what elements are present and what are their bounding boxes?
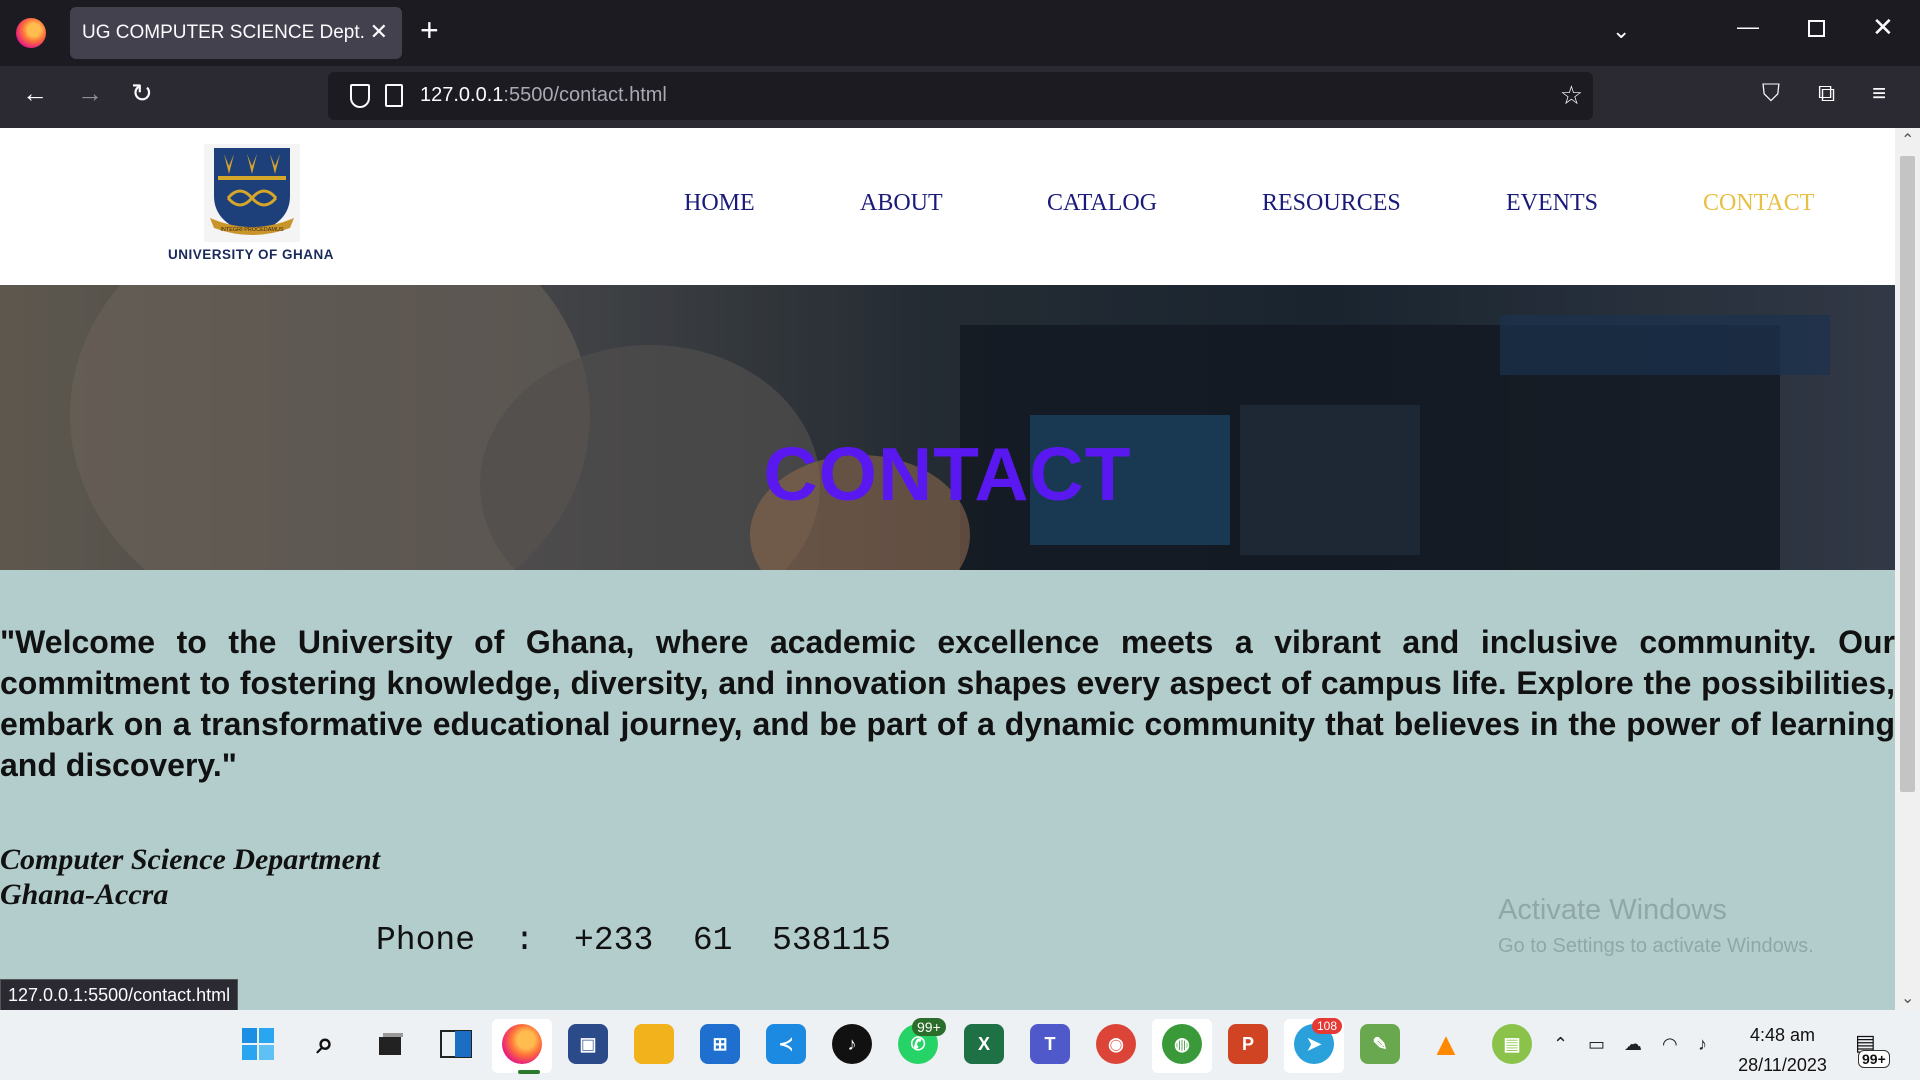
vscode-icon[interactable]: ≺ (766, 1024, 806, 1064)
clock-time: 4:48 am (1749, 1025, 1816, 1045)
firefox-running-indicator (518, 1070, 540, 1074)
browser-tab-bar: UG COMPUTER SCIENCE Dept. ✕ + ⌄ — ✕ (0, 0, 1920, 66)
shield-icon[interactable] (350, 84, 370, 108)
tiktok-icon[interactable]: ♪ (832, 1024, 872, 1064)
site-header: INTEGRI PROCEDAMUS UNIVERSITY OF GHANA H… (0, 128, 1895, 285)
powerpoint-icon[interactable]: P (1228, 1024, 1268, 1064)
page-scrollbar[interactable]: ⌃ ⌄ (1895, 128, 1920, 1010)
whatsapp-badge: 99+ (912, 1018, 946, 1036)
link-status-tooltip: 127.0.0.1:5500/contact.html (0, 979, 239, 1011)
close-window-button[interactable]: ✕ (1872, 14, 1894, 40)
close-tab-icon[interactable]: ✕ (370, 19, 388, 45)
clock-date: 28/11/2023 (1738, 1055, 1827, 1075)
chrome-icon[interactable]: ◉ (1096, 1024, 1136, 1064)
start-windows-icon[interactable] (238, 1024, 278, 1064)
search-icon[interactable]: ⌕ (305, 1024, 345, 1064)
browser-nav-bar: ← → ↻ 127.0.0.1:5500/contact.html ☆ ⛉ ⧉ … (0, 66, 1920, 128)
notifications-badge: 99+ (1858, 1050, 1890, 1068)
firefox-taskbar-icon[interactable] (502, 1024, 542, 1064)
minimize-window-button[interactable]: — (1737, 14, 1759, 40)
teams-icon[interactable]: T (1030, 1024, 1070, 1064)
address-line-location: Ghana-Accra (0, 878, 169, 911)
nav-contact[interactable]: CONTACT (1703, 190, 1814, 217)
menu-hamburger-icon[interactable]: ≡ (1872, 82, 1886, 106)
address-line-department: Computer Science Department (0, 843, 380, 876)
file-explorer-icon[interactable] (634, 1024, 674, 1064)
page-viewport: INTEGRI PROCEDAMUS UNIVERSITY OF GHANA H… (0, 128, 1895, 1010)
welcome-quote: "Welcome to the University of Ghana, whe… (0, 624, 1895, 783)
photo-app-icon[interactable]: ▣ (568, 1024, 608, 1064)
hero-title: CONTACT (763, 432, 1132, 516)
widgets-icon[interactable] (436, 1024, 476, 1064)
notepad-app-icon[interactable]: ✎ (1360, 1024, 1400, 1064)
url-bar[interactable]: 127.0.0.1:5500/contact.html ☆ (328, 72, 1593, 120)
windows-taskbar: ⌕ ▣ ⊞ ≺ ♪ ✆ 99+ X T ◉ ◍ P ➤ 108 ✎ ▲ ▤ ⌃ … (0, 1010, 1920, 1080)
bookmark-star-icon[interactable]: ☆ (1560, 80, 1583, 111)
firefox-icon[interactable] (16, 18, 46, 48)
phone-number: Phone : +233 61 538115 (376, 922, 891, 959)
tray-chevron-up-icon[interactable]: ⌃ (1553, 1034, 1568, 1055)
battery-icon[interactable]: ▭ (1588, 1034, 1605, 1055)
contact-content: "Welcome to the University of Ghana, whe… (0, 570, 1895, 1010)
wifi-icon[interactable]: ◠ (1662, 1034, 1678, 1055)
page-icon[interactable] (385, 84, 403, 107)
university-logo[interactable]: INTEGRI PROCEDAMUS UNIVERSITY OF GHANA (152, 144, 350, 269)
chevron-down-icon[interactable]: ⌄ (1612, 18, 1630, 44)
system-clock[interactable]: 4:48 am 28/11/2023 (1725, 1020, 1840, 1080)
hero-background-image (0, 285, 1895, 570)
extensions-icon[interactable]: ⧉ (1818, 82, 1835, 106)
hero-banner: CONTACT (0, 285, 1895, 570)
tab-title: UG COMPUTER SCIENCE Dept. (82, 22, 365, 43)
android-app-icon[interactable]: ▤ (1492, 1024, 1532, 1064)
nav-resources[interactable]: RESOURCES (1262, 190, 1401, 217)
nav-about[interactable]: ABOUT (860, 190, 943, 217)
scroll-down-icon[interactable]: ⌄ (1901, 988, 1914, 1008)
forward-arrow-icon[interactable]: → (77, 80, 103, 106)
download-manager-icon[interactable]: ◍ (1162, 1024, 1202, 1064)
pocket-icon[interactable]: ⛉ (1762, 82, 1780, 106)
reload-icon[interactable]: ↻ (131, 80, 153, 106)
onedrive-icon[interactable]: ☁ (1624, 1034, 1642, 1055)
url-path: :5500/contact.html (503, 84, 667, 106)
new-tab-button[interactable]: + (420, 14, 439, 46)
scroll-up-icon[interactable]: ⌃ (1901, 130, 1914, 150)
volume-icon[interactable]: ♪ (1698, 1034, 1707, 1055)
address-block: Computer Science Department Ghana-Accra (0, 842, 380, 912)
telegram-badge: 108 (1312, 1018, 1343, 1034)
logo-motto: INTEGRI PROCEDAMUS (220, 227, 284, 233)
url-text[interactable]: 127.0.0.1:5500/contact.html (420, 84, 667, 107)
nav-catalog[interactable]: CATALOG (1047, 190, 1157, 217)
back-arrow-icon[interactable]: ← (22, 80, 48, 106)
url-host: 127.0.0.1 (420, 84, 504, 106)
excel-icon[interactable]: X (964, 1024, 1004, 1064)
scrollbar-thumb[interactable] (1900, 156, 1915, 792)
task-view-icon[interactable] (370, 1024, 410, 1064)
university-crest-icon: INTEGRI PROCEDAMUS (204, 144, 300, 242)
nav-events[interactable]: EVENTS (1506, 190, 1598, 217)
microsoft-store-icon[interactable]: ⊞ (700, 1024, 740, 1064)
restore-window-button[interactable] (1808, 20, 1825, 37)
nav-home[interactable]: HOME (684, 190, 755, 217)
vlc-icon[interactable]: ▲ (1426, 1024, 1466, 1064)
logo-text: UNIVERSITY OF GHANA (167, 247, 334, 262)
activate-windows-subtitle: Go to Settings to activate Windows. (1498, 935, 1814, 957)
browser-tab[interactable]: UG COMPUTER SCIENCE Dept. ✕ (70, 7, 402, 59)
activate-windows-title: Activate Windows (1498, 894, 1727, 926)
